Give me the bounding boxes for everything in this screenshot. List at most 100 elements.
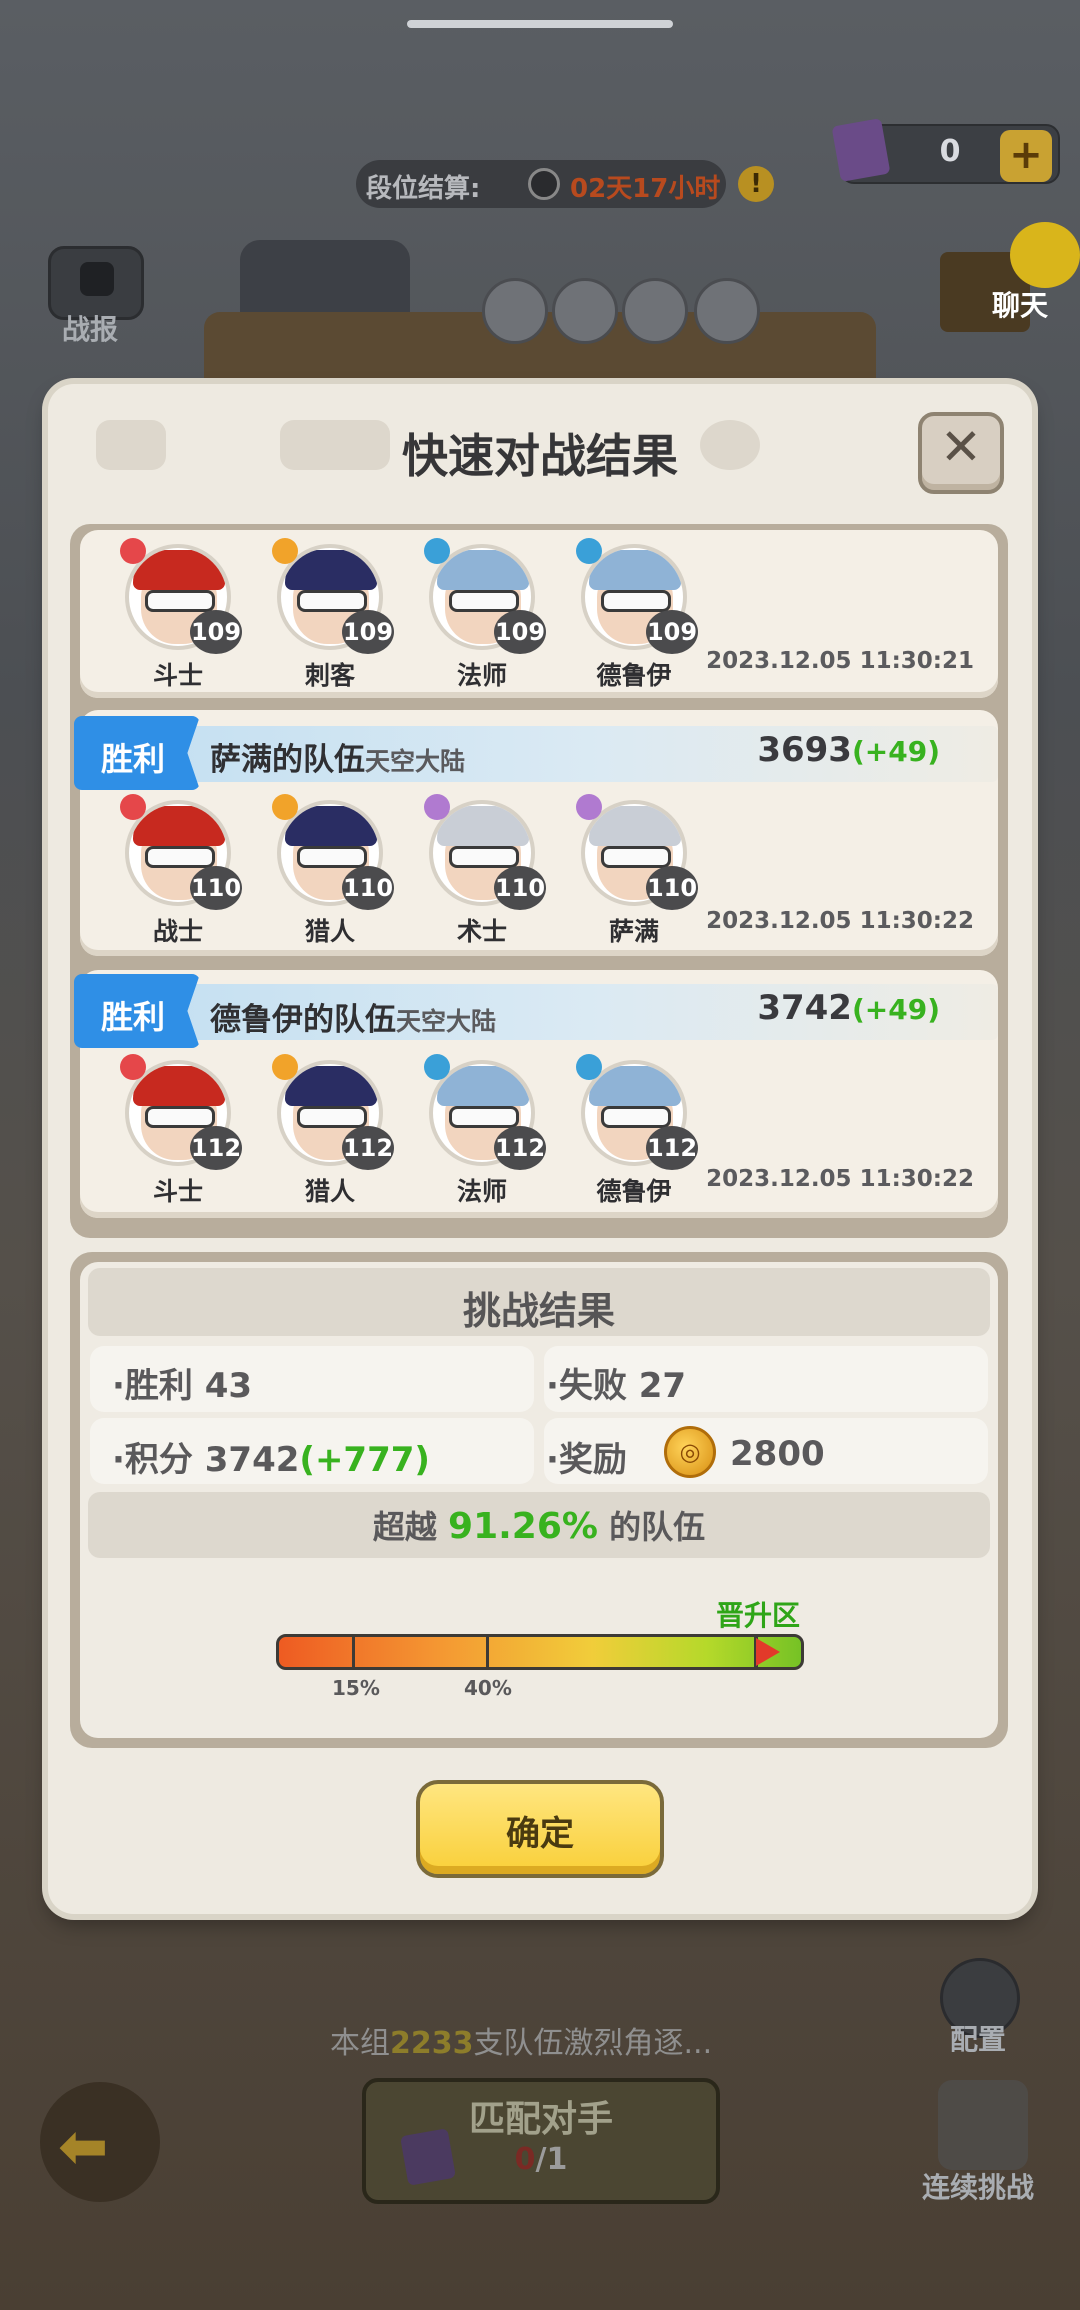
hero-level: 112	[342, 1126, 394, 1170]
tick-label-40: 40%	[464, 1676, 512, 1700]
hero-slot[interactable]: 110 术士	[422, 794, 546, 948]
hero-slot[interactable]: 112 斗士	[118, 1054, 242, 1208]
rank-progress-bar	[276, 1634, 804, 1670]
continue-challenge-button[interactable]	[938, 2080, 1028, 2170]
battle-time: 2023.12.05 11:30:21	[706, 648, 974, 674]
hero-mask	[601, 1106, 671, 1128]
hero-slot[interactable]: 109 斗士	[118, 538, 242, 692]
class-badge-icon	[120, 1054, 146, 1080]
class-badge-icon	[424, 538, 450, 564]
hero-slot[interactable]: 110 猎人	[270, 794, 394, 948]
info-icon[interactable]: !	[738, 166, 774, 202]
group-status-text: 本组2233支队伍激烈角逐...	[330, 2026, 713, 2061]
losses-text: ·失败 27	[546, 1366, 687, 1406]
battle-report-label: 战报	[62, 313, 119, 346]
hero-level: 112	[494, 1126, 546, 1170]
avatar	[482, 278, 548, 344]
match-count: 0/1	[514, 2142, 568, 2177]
hero-level: 110	[646, 866, 698, 910]
avatar	[552, 278, 618, 344]
clock-icon	[528, 168, 560, 200]
hero-mask	[449, 1106, 519, 1128]
hero-class-name: 法师	[456, 661, 507, 690]
tick-15	[352, 1636, 355, 1668]
add-ticket-button[interactable]: +	[1000, 130, 1052, 182]
class-badge-icon	[272, 1054, 298, 1080]
hero-level: 109	[646, 610, 698, 654]
settle-label: 段位结算:	[366, 174, 481, 204]
hero-hair	[437, 806, 529, 846]
hero-slot[interactable]: 109 法师	[422, 538, 546, 692]
ticket-count: 0	[939, 134, 961, 169]
hero-hair	[437, 1066, 529, 1106]
hero-slot[interactable]: 112 法师	[422, 1054, 546, 1208]
ticket-icon	[831, 118, 891, 182]
continue-challenge-label: 连续挑战	[922, 2171, 1035, 2204]
config-label: 配置	[950, 2023, 1007, 2056]
hero-level: 110	[190, 866, 242, 910]
hero-mask	[145, 846, 215, 868]
hero-slot[interactable]: 109 德鲁伊	[574, 538, 698, 692]
confirm-label: 确定	[506, 1814, 574, 1854]
hero-level: 110	[342, 866, 394, 910]
tick-label-15: 15%	[332, 1676, 380, 1700]
home-indicator	[407, 20, 673, 28]
hero-hair	[133, 806, 225, 846]
class-badge-icon	[424, 794, 450, 820]
class-badge-icon	[120, 794, 146, 820]
exceed-text: 超越 91.26% 的队伍	[372, 1506, 706, 1547]
settle-time: 02天17小时	[570, 174, 721, 204]
hero-slot[interactable]: 110 萨满	[574, 794, 698, 948]
hero-slot[interactable]: 112 猎人	[270, 1054, 394, 1208]
back-arrow-icon: ⬅	[58, 2112, 109, 2182]
hero-mask	[601, 846, 671, 868]
hero-mask	[601, 590, 671, 612]
hero-class-name: 斗士	[152, 1177, 203, 1206]
team-score: 3742(+49)	[757, 988, 940, 1028]
hero-mask	[449, 846, 519, 868]
video-icon	[80, 262, 114, 296]
team-score: 3693(+49)	[757, 730, 940, 770]
hero-class-name: 刺客	[304, 661, 355, 690]
challenge-result-title: 挑战结果	[462, 1289, 615, 1333]
hero-level: 109	[342, 610, 394, 654]
hero-slot[interactable]: 112 德鲁伊	[574, 1054, 698, 1208]
battle-time: 2023.12.05 11:30:22	[706, 1166, 974, 1192]
hero-mask	[297, 590, 367, 612]
hero-mask	[449, 590, 519, 612]
hero-class-name: 术士	[456, 917, 507, 946]
coin-icon: ◎	[664, 1426, 716, 1478]
chat-label: 聊天	[992, 289, 1049, 322]
hero-level: 109	[494, 610, 546, 654]
class-badge-icon	[576, 1054, 602, 1080]
hero-hair	[589, 550, 681, 590]
hero-hair	[133, 1066, 225, 1106]
flag-icon	[756, 1638, 780, 1666]
avatar	[622, 278, 688, 344]
reward-value: 2800	[730, 1434, 825, 1474]
hero-hair	[285, 806, 377, 846]
hero-slot[interactable]: 110 战士	[118, 794, 242, 948]
class-badge-icon	[576, 794, 602, 820]
hero-class-name: 法师	[456, 1177, 507, 1206]
hero-slot[interactable]: 109 刺客	[270, 538, 394, 692]
class-badge-icon	[272, 538, 298, 564]
class-badge-icon	[120, 538, 146, 564]
hero-level: 112	[646, 1126, 698, 1170]
hero-level: 110	[494, 866, 546, 910]
avatar	[694, 278, 760, 344]
hero-hair	[285, 1066, 377, 1106]
class-badge-icon	[424, 1054, 450, 1080]
victory-label: 胜利	[100, 740, 165, 778]
promotion-zone-label: 晋升区	[716, 1599, 801, 1632]
hero-hair	[133, 550, 225, 590]
hero-class-name: 战士	[152, 917, 203, 946]
wins-text: ·胜利 43	[112, 1366, 253, 1406]
team-name: 德鲁伊的队伍天空大陆	[210, 1002, 497, 1038]
close-icon: ✕	[940, 418, 982, 476]
chat-bubble-icon	[1010, 222, 1080, 288]
hero-hair	[437, 550, 529, 590]
hero-hair	[589, 806, 681, 846]
battle-time: 2023.12.05 11:30:22	[706, 908, 974, 934]
hero-mask	[145, 1106, 215, 1128]
